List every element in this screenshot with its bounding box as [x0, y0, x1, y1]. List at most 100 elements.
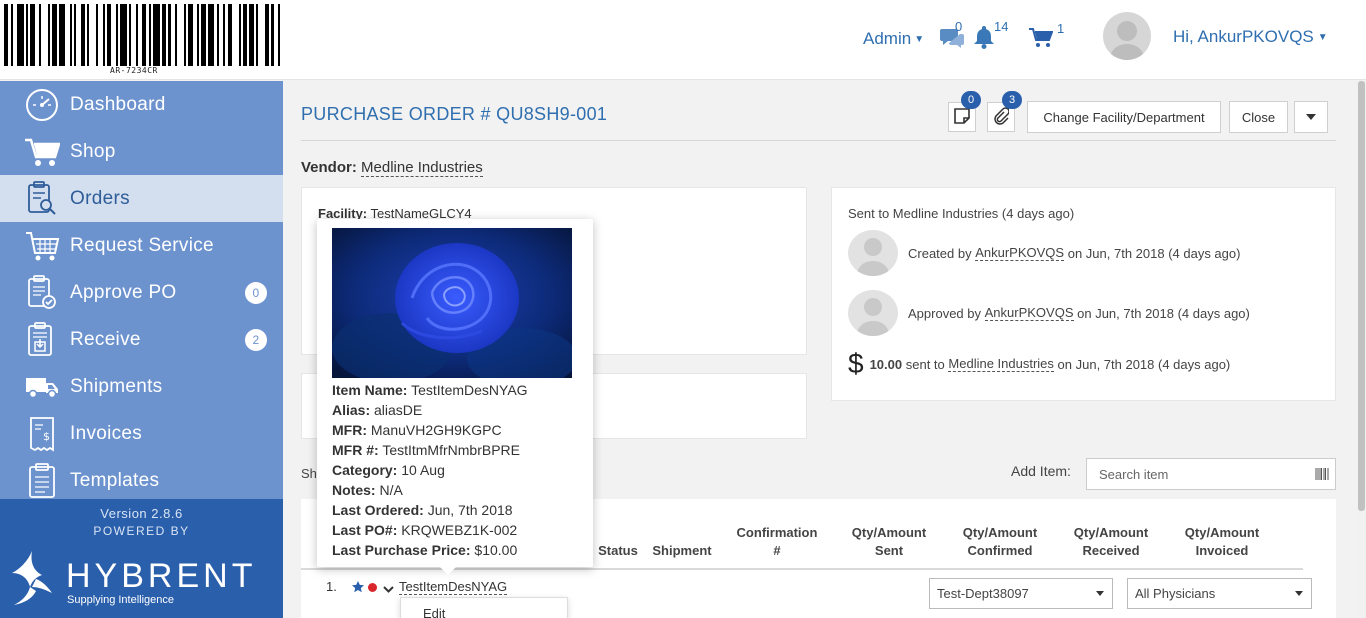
user-menu[interactable]: Hi, AnkurPKOVQS ▼ — [1173, 27, 1328, 47]
item-detail-value: ManuVH2GH9KGPC — [370, 422, 502, 438]
vendor-link[interactable]: Medline Industries — [361, 159, 483, 177]
sidebar-item-request-service[interactable]: Request Service — [0, 222, 283, 269]
sidebar-item-receive[interactable]: Receive 2 — [0, 316, 283, 363]
row-number: 1. — [326, 579, 337, 594]
ship-section-label: Sh — [301, 466, 317, 481]
col-qty-invoiced-line2: Invoiced — [1195, 543, 1249, 558]
sidebar-item-shipments[interactable]: Shipments — [0, 363, 283, 410]
amount-suffix: on Jun, 7th 2018 (4 days ago) — [1057, 356, 1231, 372]
sidebar-item-invoices[interactable]: $ Invoices — [0, 410, 283, 457]
sidebar-item-dashboard[interactable]: Dashboard — [0, 81, 283, 128]
cart-icon — [22, 134, 62, 170]
caret-down-icon — [1295, 591, 1303, 596]
bell-icon[interactable] — [973, 25, 995, 54]
item-detail-label: Last Ordered: — [332, 502, 424, 518]
sidebar-item-label: Request Service — [70, 234, 214, 256]
item-detail-label: Last Purchase Price: — [332, 542, 471, 558]
admin-label: Admin — [863, 29, 912, 48]
avatar — [848, 230, 898, 276]
top-header: AR-7234CR Admin ▼ 0 14 1 Hi, AnkurPKOVQS ▼ — [0, 0, 1366, 80]
notes-count-badge: 0 — [961, 91, 981, 109]
col-qty-confirmed: Qty/Amount Confirmed — [950, 524, 1050, 560]
item-detail-line: Alias: aliasDE — [332, 400, 528, 420]
created-row: Created by AnkurPKOVQS on Jun, 7th 2018 … — [848, 230, 1240, 276]
activity-card: Sent to Medline Industries (4 days ago) … — [831, 187, 1336, 401]
caret-down-icon — [1096, 591, 1104, 596]
created-user-link[interactable]: AnkurPKOVQS — [975, 245, 1065, 261]
department-value: Test-Dept38097 — [937, 586, 1029, 601]
sidebar-item-label: Shop — [70, 140, 116, 162]
app-version: Version 2.8.6 — [100, 506, 183, 521]
item-detail-label: MFR: — [332, 422, 367, 438]
created-prefix: Created by — [908, 245, 972, 261]
col-qty-confirmed-line1: Qty/Amount — [962, 525, 1038, 540]
note-icon — [954, 107, 970, 127]
sidebar-item-shop[interactable]: Shop — [0, 128, 283, 175]
template-icon — [22, 462, 62, 499]
dashboard-icon — [22, 87, 62, 123]
col-qty-received-line2: Received — [1082, 543, 1140, 558]
physician-select[interactable]: All Physicians — [1127, 578, 1312, 609]
caret-down-icon — [1306, 114, 1316, 120]
item-detail-value: $10.00 — [474, 542, 518, 558]
sidebar-item-approve-po[interactable]: Approve PO 0 — [0, 269, 283, 316]
amount-row: $ 10.00 sent to Medline Industries on Ju… — [848, 348, 1230, 380]
row-action-menu: Edit — [400, 597, 568, 618]
request-service-icon — [22, 228, 62, 264]
approve-icon — [22, 274, 62, 311]
orders-icon — [22, 180, 62, 217]
item-detail-value: TestItemDesNYAG — [411, 382, 528, 398]
close-button[interactable]: Close — [1229, 101, 1288, 133]
item-detail-value: KRQWEBZ1K-002 — [401, 522, 518, 538]
chevron-down-icon[interactable] — [383, 581, 394, 599]
approve-count-badge: 0 — [245, 281, 267, 304]
col-qty-sent-line2: Sent — [874, 543, 904, 558]
sidebar-item-templates[interactable]: Templates — [0, 457, 283, 504]
item-detail-line: MFR #: TestItmMfrNmbrBPRE — [332, 440, 528, 460]
item-info-popover: Item Name: TestItemDesNYAG Alias: aliasDE… — [317, 219, 593, 575]
item-detail-line: Last Ordered: Jun, 7th 2018 — [332, 500, 528, 520]
vendor-line: Vendor: Medline Industries — [301, 159, 483, 177]
item-detail-line: Last PO#: KRQWEBZ1K-002 — [332, 520, 528, 540]
page-scrollbar[interactable] — [1357, 81, 1366, 618]
sidebar-item-label: Invoices — [70, 422, 143, 444]
item-details: Item Name: TestItemDesNYAG Alias: aliasDE… — [332, 380, 528, 560]
admin-menu[interactable]: Admin ▼ — [863, 29, 924, 49]
item-detail-value: TestItmMfrNmbrBPRE — [382, 442, 520, 458]
barcode-icon[interactable] — [1315, 467, 1329, 484]
change-facility-button[interactable]: Change Facility/Department — [1027, 101, 1221, 133]
item-name-link[interactable]: TestItemDesNYAG — [399, 579, 508, 595]
created-suffix: on Jun, 7th 2018 (4 days ago) — [1067, 245, 1241, 261]
sidebar-item-label: Shipments — [70, 375, 163, 397]
hybrent-logo-icon — [10, 549, 54, 614]
amount-vendor-link[interactable]: Medline Industries — [948, 356, 1054, 372]
department-select[interactable]: Test-Dept38097 — [929, 578, 1113, 609]
sidebar-footer: Version 2.8.6 POWERED BY HYBRENT Supplyi… — [0, 499, 283, 618]
item-detail-line: MFR: ManuVH2GH9KGPC — [332, 420, 528, 440]
status-dot-icon — [368, 583, 377, 592]
sidebar-item-label: Dashboard — [70, 93, 166, 115]
physician-value: All Physicians — [1135, 586, 1216, 601]
item-detail-line: Notes: N/A — [332, 480, 528, 500]
search-item-input[interactable]: Search item — [1086, 458, 1336, 490]
edit-menu-item[interactable]: Edit — [423, 606, 445, 618]
col-confirmation-line1: Confirmation — [736, 525, 818, 540]
caret-down-icon: ▼ — [914, 34, 925, 45]
item-detail-label: Alias: — [332, 402, 371, 418]
star-icon[interactable] — [352, 580, 364, 598]
approved-user-link[interactable]: AnkurPKOVQS — [984, 305, 1074, 321]
col-qty-received: Qty/Amount Received — [1061, 524, 1161, 560]
barcode-image — [4, 4, 283, 66]
paperclip-icon — [993, 106, 1010, 128]
col-shipment: Shipment — [652, 543, 712, 558]
avatar — [848, 290, 898, 336]
item-detail-line: Item Name: TestItemDesNYAG — [332, 380, 528, 400]
dollar-icon: $ — [848, 348, 864, 379]
truck-icon — [22, 369, 62, 405]
sidebar-item-orders[interactable]: Orders — [0, 175, 283, 222]
more-options-button[interactable] — [1294, 101, 1328, 133]
item-detail-value: aliasDE — [374, 402, 423, 418]
user-avatar[interactable] — [1103, 12, 1151, 60]
item-detail-label: Category: — [332, 462, 398, 478]
cart-icon[interactable] — [1029, 28, 1054, 53]
